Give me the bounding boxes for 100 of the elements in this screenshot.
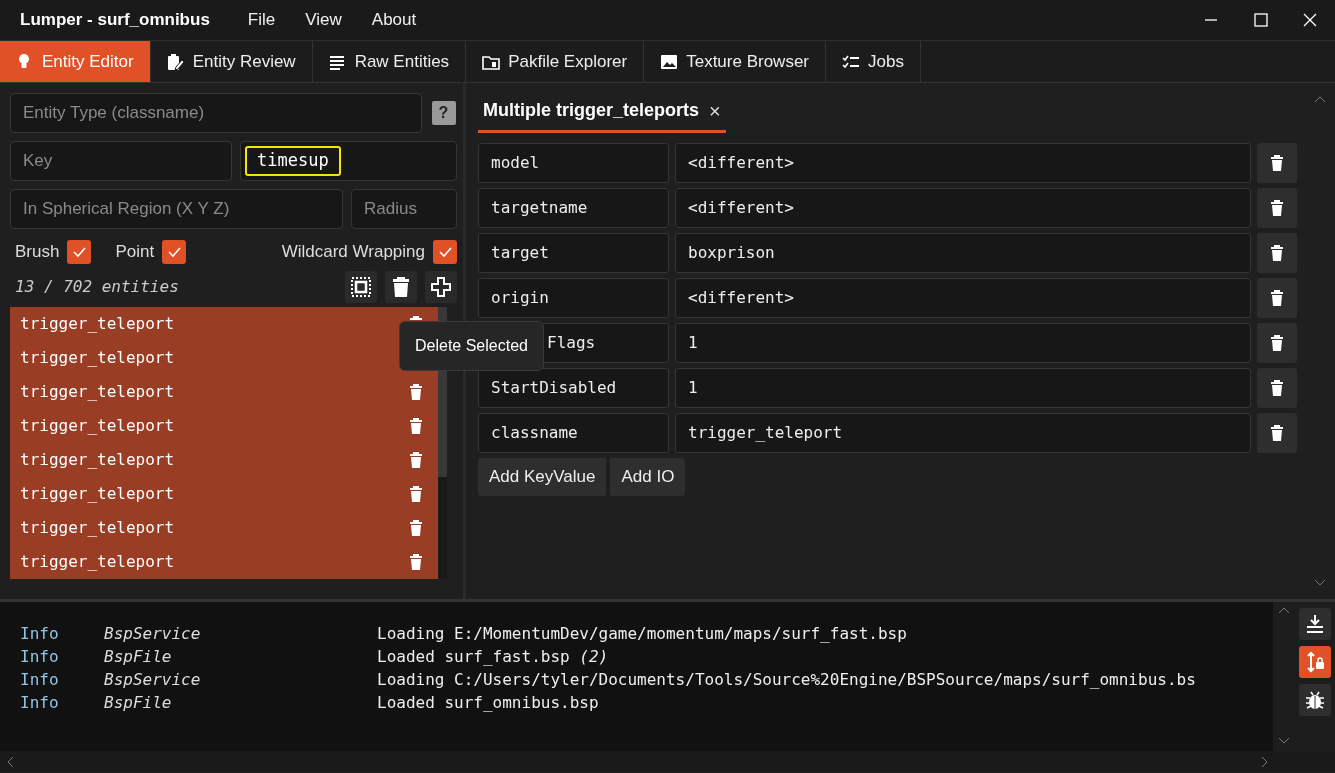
trash-icon[interactable]: [390, 276, 412, 298]
menu-item[interactable]: About: [371, 7, 417, 33]
property-value[interactable]: <different>: [675, 278, 1251, 318]
trash-icon[interactable]: [1269, 199, 1285, 217]
close-button[interactable]: ×: [709, 100, 721, 121]
log-message: Loading C:/Users/tyler/Documents/Tools/Source%20Engine/BSPSource/maps/surf_omnibus.bs: [377, 669, 1196, 691]
log-level: Info: [20, 692, 60, 714]
trash-icon[interactable]: [1269, 424, 1285, 442]
classname-field[interactable]: Entity Type (classname): [10, 93, 422, 133]
log-message: Loaded surf_omnibus.bsp: [377, 692, 599, 714]
log-source: BspFile: [104, 692, 173, 714]
scroll-lock-icon[interactable]: [1305, 651, 1325, 673]
add-button[interactable]: Add KeyValue: [478, 458, 607, 496]
scroll-down-icon[interactable]: [1314, 579, 1326, 587]
property-key[interactable]: origin: [478, 278, 669, 318]
editor-tab[interactable]: Multiple trigger_teleports ×: [478, 93, 726, 133]
bug-icon[interactable]: [1305, 690, 1325, 710]
trash-icon[interactable]: [1269, 244, 1285, 262]
trash-icon[interactable]: [1269, 154, 1285, 172]
log-level: Info: [20, 623, 60, 645]
help-button[interactable]: ?: [431, 101, 456, 125]
add-button[interactable]: Add IO: [610, 458, 686, 496]
trash-icon[interactable]: [408, 553, 424, 571]
log-source: BspService: [104, 669, 202, 691]
log-level: Info: [20, 669, 60, 691]
entity-name: trigger_teleport: [20, 313, 175, 335]
scroll-up-icon[interactable]: [1314, 95, 1326, 103]
select-all-icon[interactable]: [350, 276, 372, 298]
checkmark-icon: [167, 245, 182, 259]
checkbox[interactable]: [433, 240, 457, 264]
entity-row[interactable]: trigger_teleport: [10, 409, 438, 443]
property-value[interactable]: boxprison: [675, 233, 1251, 273]
image-icon: [660, 52, 679, 71]
trash-icon[interactable]: [408, 383, 424, 401]
property-key[interactable]: classname: [478, 413, 669, 453]
entity-name: trigger_teleport: [20, 347, 175, 369]
value-field[interactable]: timesup: [240, 141, 457, 181]
maximize-icon[interactable]: [1252, 12, 1268, 28]
checkbox-label: Point: [115, 241, 155, 264]
entity-row[interactable]: trigger_teleport: [10, 511, 438, 545]
tab[interactable]: Pakfile Explorer: [466, 41, 645, 82]
checkbox-label: Wildcard Wrapping: [281, 241, 425, 264]
scroll-up-icon[interactable]: [1278, 606, 1290, 614]
property-value[interactable]: trigger_teleport: [675, 413, 1251, 453]
trash-icon[interactable]: [1269, 334, 1285, 352]
window-title: Lumper - surf_omnibus: [20, 9, 210, 32]
entity-row[interactable]: trigger_teleport: [10, 477, 438, 511]
scroll-right-icon[interactable]: [1261, 755, 1269, 768]
checkbox-label: Brush: [15, 241, 60, 264]
menu-item[interactable]: View: [305, 7, 342, 33]
trash-icon[interactable]: [408, 451, 424, 469]
log-level: Info: [20, 646, 60, 668]
editor-tab-label: Multiple trigger_teleports: [483, 99, 700, 122]
scroll-down-icon[interactable]: [1278, 737, 1290, 745]
entity-row[interactable]: trigger_teleport: [10, 375, 438, 409]
entity-row[interactable]: trigger_teleport: [10, 545, 438, 579]
property-value[interactable]: <different>: [675, 143, 1251, 183]
trash-icon[interactable]: [408, 417, 424, 435]
trash-icon[interactable]: [1269, 379, 1285, 397]
key-field[interactable]: Key: [10, 141, 232, 181]
log-message: Loading E:/MomentumDev/game/momentum/maps/surf_fast.bsp: [377, 623, 907, 645]
log-message: Loaded surf_fast.bsp (2): [377, 646, 609, 668]
entity-name: trigger_teleport: [20, 449, 175, 471]
menu-item[interactable]: File: [247, 7, 276, 33]
entity-name: trigger_teleport: [20, 517, 175, 539]
tab[interactable]: Entity Review: [150, 41, 313, 82]
tab[interactable]: Jobs: [826, 41, 921, 82]
checkbox[interactable]: [67, 240, 92, 264]
entity-row[interactable]: trigger_teleport: [10, 443, 438, 477]
property-value[interactable]: 1: [675, 368, 1251, 408]
tab[interactable]: Entity Editor: [0, 41, 151, 82]
property-key[interactable]: targetname: [478, 188, 669, 228]
checkmark-icon: [72, 245, 87, 259]
radius-field[interactable]: Radius: [351, 189, 457, 229]
tab[interactable]: Texture Browser: [644, 41, 826, 82]
checkmark-icon: [438, 245, 452, 259]
value-text: timesup: [245, 146, 341, 176]
property-key[interactable]: model: [478, 143, 669, 183]
plus-icon[interactable]: [430, 276, 452, 298]
log-source: BspService: [104, 623, 202, 645]
close-icon[interactable]: [1302, 12, 1318, 28]
trash-icon[interactable]: [408, 485, 424, 503]
tab[interactable]: Raw Entities: [312, 41, 467, 82]
trash-icon[interactable]: [408, 519, 424, 537]
scroll-left-icon[interactable]: [6, 755, 14, 768]
log-source: BspFile: [104, 646, 173, 668]
entity-name: trigger_teleport: [20, 381, 175, 403]
property-key[interactable]: target: [478, 233, 669, 273]
region-field[interactable]: In Spherical Region (X Y Z): [10, 189, 343, 229]
property-value[interactable]: <different>: [675, 188, 1251, 228]
entity-name: trigger_teleport: [20, 415, 175, 437]
property-value[interactable]: 1: [675, 323, 1251, 363]
entity-name: trigger_teleport: [20, 483, 175, 505]
delete-tooltip: Delete Selected: [399, 321, 544, 371]
trash-icon[interactable]: [1269, 289, 1285, 307]
checkbox[interactable]: [162, 240, 187, 264]
clipboard-pen-icon: [166, 52, 185, 71]
scroll-to-bottom-icon[interactable]: [1305, 614, 1325, 634]
entity-count: 13 / 702 entities: [15, 276, 180, 298]
property-key[interactable]: StartDisabled: [478, 368, 669, 408]
